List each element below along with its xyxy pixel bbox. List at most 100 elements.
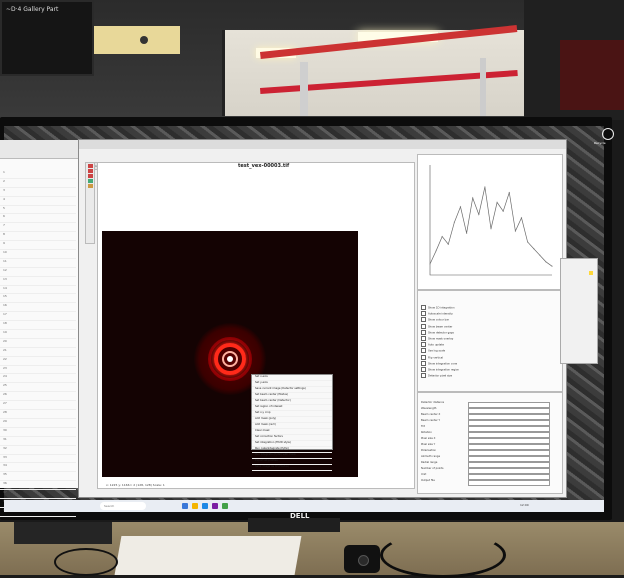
settings-checkbox[interactable] [421,354,426,360]
file-list-item[interactable]: 7 [0,223,76,233]
file-list-item[interactable]: 1 [0,170,76,179]
file-explorer-window[interactable]: 1 2 3 4 5 6 7 8 9 10 11 12 13 14 15 16 17 18 19 20 21 22 23 24 2… [0,140,79,517]
file-list-item[interactable]: 16 [0,303,76,313]
params-list[interactable]: Detector distance Wavelength Beam center X… [418,401,562,486]
file-list[interactable]: 1 2 3 4 5 6 7 8 9 10 11 12 13 14 15 16 17 18 19 20 21 22 23 24 2… [0,170,76,517]
settings-checkbox[interactable] [421,335,426,341]
settings-checkbox[interactable] [421,329,426,335]
file-list-item[interactable]: 18 [0,321,76,331]
file-list-item[interactable]: 20 [0,339,76,348]
plot-point [441,235,443,238]
file-list-item[interactable]: 17 [0,312,76,322]
settings-checkbox[interactable] [421,348,426,354]
settings-checkbox[interactable] [421,342,426,348]
file-list-item[interactable]: 24 [0,374,76,384]
settings-list[interactable]: Show 1D integration Autoscale intensity Sh… [418,305,562,379]
file-list-item[interactable]: 29 [0,419,76,428]
integration-plot-pane[interactable] [417,154,563,290]
file-list-item[interactable]: 23 [0,366,76,375]
mask-icon[interactable] [87,184,93,188]
settings-checkbox[interactable] [421,366,426,372]
plot-point [490,228,492,230]
file-list-item[interactable]: 12 [0,268,76,277]
app-icon[interactable] [222,503,228,509]
app-icon[interactable] [212,503,218,509]
display-settings-pane[interactable]: Show 1D integration Autoscale intensity Sh… [417,290,563,392]
file-list-item[interactable]: 36 [0,481,76,491]
image-title: test_vex-00003.tif [238,163,290,169]
file-list-item[interactable]: 34 [0,463,76,473]
settings-checkbox[interactable] [421,373,426,379]
plot-point [508,191,510,194]
file-list-item[interactable]: 25 [0,383,76,393]
cabinet [560,40,624,110]
file-list-item[interactable]: 28 [0,410,76,419]
context-menu-item[interactable]: Save image as tif (Pilatus) [252,465,332,471]
file-list-item[interactable]: 4 [0,197,76,206]
file-list-item[interactable]: 10 [0,250,76,259]
plot-point [435,250,437,252]
analysis-app-window[interactable]: XrayTrackingEvalSpectrumMessagesLog test… [78,139,567,498]
monitor-stand [248,518,340,532]
plot-point [545,261,547,263]
taskbar-search-input[interactable]: Search [100,502,146,510]
pan-icon[interactable] [87,169,93,173]
file-list-item[interactable]: 33 [0,455,76,464]
settings-row[interactable]: Detector pixel size [418,373,562,379]
settings-label: Show beam center [428,325,453,329]
zoom-icon[interactable] [87,164,93,168]
file-list-item[interactable]: 35 [0,472,76,482]
settings-checkbox[interactable] [421,360,426,366]
app-title-bar [79,140,566,149]
file-list-item[interactable]: 5 [0,206,76,215]
param-input[interactable] [468,480,550,486]
settings-label: Auto update [428,343,444,347]
file-list-item[interactable]: 11 [0,259,76,268]
plot-point [514,230,516,232]
tool-palette[interactable] [85,162,95,244]
file-list-item[interactable]: 26 [0,392,76,402]
file-list-item[interactable]: 30 [0,428,76,437]
edge-icon[interactable] [182,503,188,509]
note-icon[interactable] [589,271,593,275]
param-label: Rotation [421,431,432,434]
file-list-item[interactable]: 6 [0,214,76,224]
app-tab-bar[interactable]: XrayTrackingEvalSpectrumMessagesLog [89,152,249,170]
file-list-item[interactable]: 3 [0,188,76,197]
settings-checkbox[interactable] [421,323,426,329]
settings-checkbox[interactable] [421,311,426,317]
plot-axes [429,165,552,276]
cable [54,548,118,576]
plot-point [484,186,486,188]
file-list-item[interactable]: 37 [0,490,76,499]
param-label: Detector distance [421,401,445,404]
file-list-item[interactable]: 15 [0,294,76,304]
file-list-item[interactable]: 32 [0,446,76,455]
plot-point [447,243,449,245]
folder-icon[interactable] [192,503,198,509]
file-list-item[interactable]: 8 [0,232,76,242]
roi-icon[interactable] [87,179,93,183]
plot-point [502,210,504,212]
file-list-item[interactable]: 31 [0,437,76,446]
app-icon[interactable] [202,503,208,509]
file-list-item[interactable]: 21 [0,348,76,357]
system-tray-clock[interactable]: 12:00 [520,503,529,507]
integration-params-pane[interactable]: Detector distance Wavelength Beam center X… [417,392,563,494]
settings-checkbox[interactable] [421,305,426,310]
taskbar[interactable] [4,500,604,512]
recycle-bin-icon[interactable] [602,128,614,140]
explorer-header [0,140,78,159]
file-list-item[interactable]: 2 [0,179,76,188]
context-menu[interactable]: Set x-axis Set y-axis Save current image (… [251,374,333,471]
crosshair-icon[interactable] [87,174,93,178]
settings-label: Show detector gaps [428,331,454,335]
file-list-item[interactable]: 19 [0,330,76,339]
plot-point [533,248,535,250]
file-list-item[interactable]: 9 [0,241,76,251]
file-list-item[interactable]: 14 [0,286,76,295]
file-list-item[interactable]: 22 [0,357,76,366]
file-list-item[interactable]: 27 [0,401,76,411]
file-list-item[interactable]: 13 [0,277,76,286]
settings-checkbox[interactable] [421,317,426,323]
